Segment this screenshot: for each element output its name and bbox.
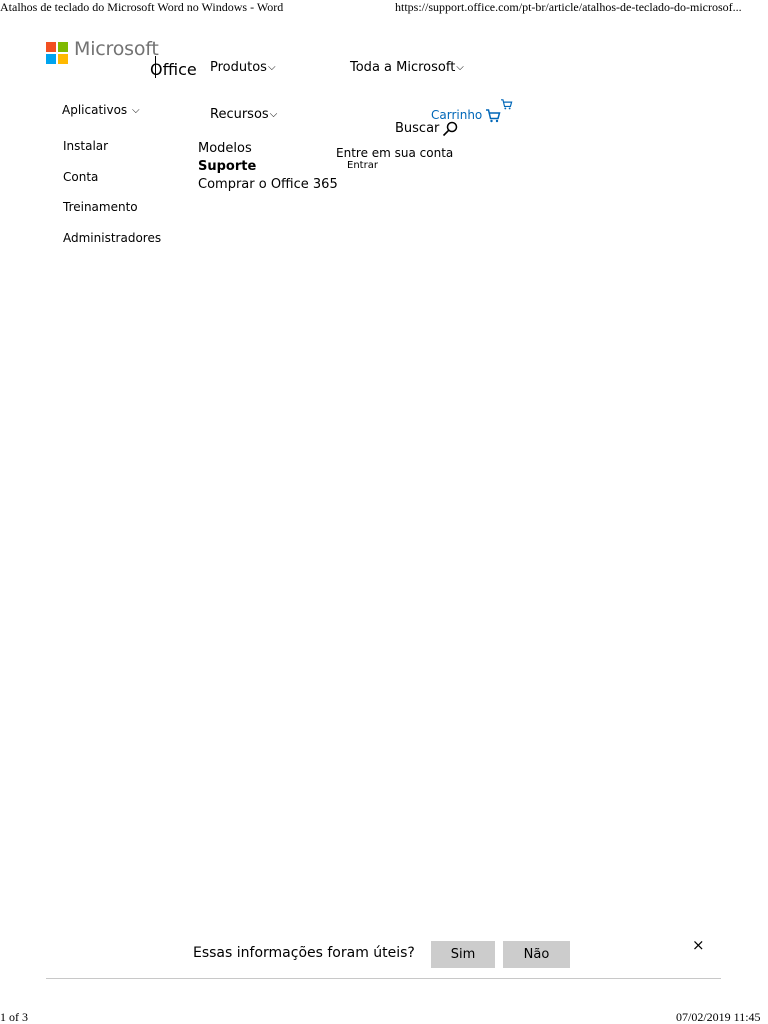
print-header-url: https://support.office.com/pt-br/article… [395,0,742,14]
print-footer-page: 1 of 3 [0,1010,28,1024]
menu-item-suporte[interactable]: Suporte [198,159,256,174]
nav-produtos[interactable]: Produtos⌵ [210,60,276,75]
search-label: Buscar [395,121,440,136]
menu-item-conta[interactable]: Conta [63,170,98,184]
close-icon[interactable]: × [692,936,705,954]
chevron-down-icon: ⌵ [456,62,464,73]
nav-toda-microsoft-label: Toda a Microsoft [350,60,456,75]
menu-item-administradores[interactable]: Administradores [63,231,161,245]
microsoft-logo-icon[interactable] [46,42,68,64]
feedback-no-button[interactable]: Não [503,941,570,968]
feedback-yes-button[interactable]: Sim [431,941,495,968]
search-button[interactable]: Buscar [395,121,439,136]
logo-square-red [46,42,56,52]
feedback-divider [46,978,721,979]
print-footer-datetime: 07/02/2019 11:45 [676,1010,761,1024]
cart-icon-small[interactable] [500,95,513,114]
logo-square-green [58,42,68,52]
signin-link[interactable]: Entrar [347,160,378,171]
logo-square-blue [46,54,56,64]
cart-link[interactable]: Carrinho [431,108,482,122]
signin-prompt: Entre em sua conta [336,146,454,160]
office-wordmark[interactable]: Office [150,60,197,79]
cart-label: Carrinho [431,108,483,122]
nav-aplicativos-label: Aplicativos [62,103,128,117]
menu-item-instalar[interactable]: Instalar [63,139,108,153]
search-icon[interactable] [442,121,458,141]
feedback-question: Essas informações foram úteis? [193,945,415,961]
nav-toda-microsoft[interactable]: Toda a Microsoft⌵ [350,60,464,75]
chevron-down-icon: ⌵ [269,109,278,120]
menu-item-comprar-office[interactable]: Comprar o Office 365 [198,177,338,192]
chevron-down-icon: ⌵ [267,62,276,73]
nav-recursos-label: Recursos [210,107,269,122]
menu-item-modelos[interactable]: Modelos [198,141,252,156]
chevron-down-icon: ⌵ [132,105,140,116]
print-header-title: Atalhos de teclado do Microsoft Word no … [0,0,284,14]
nav-recursos[interactable]: Recursos⌵ [210,107,277,122]
logo-square-yellow [58,54,68,64]
nav-aplicativos[interactable]: Aplicativos ⌵ [62,103,140,117]
nav-produtos-label: Produtos [210,60,267,75]
text-cursor [155,56,156,78]
cart-icon[interactable] [485,108,501,127]
menu-item-treinamento[interactable]: Treinamento [63,200,138,214]
microsoft-wordmark[interactable]: Microsoft [74,38,159,60]
